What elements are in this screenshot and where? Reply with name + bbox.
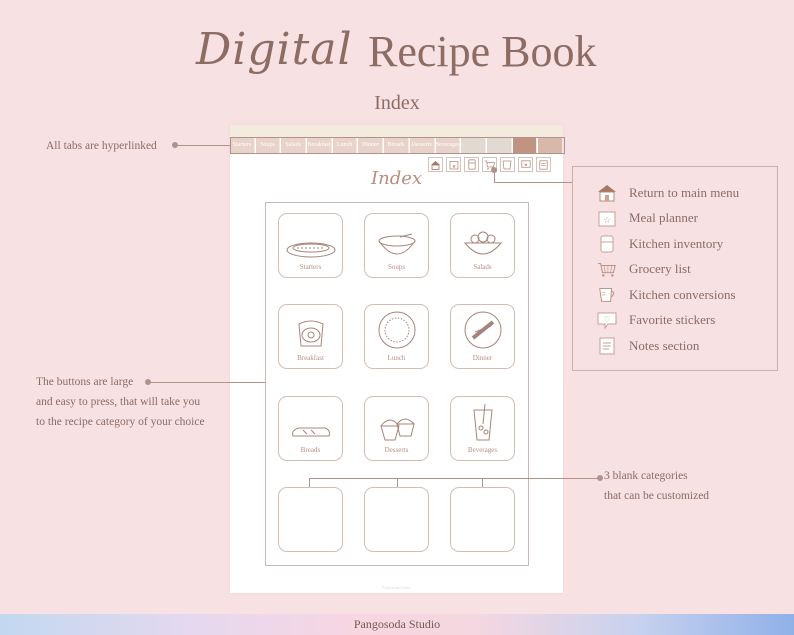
category-button-blank-2[interactable] — [364, 487, 429, 552]
category-label: Salads — [473, 263, 492, 271]
legend-connector-dot — [491, 167, 497, 173]
measuring-cup-icon — [597, 286, 617, 304]
category-button-dinner[interactable]: Dinner — [450, 304, 515, 369]
tabs-highlight — [230, 137, 565, 154]
cart-icon — [597, 260, 617, 278]
note-icon — [597, 337, 617, 355]
blank-tick-2 — [397, 478, 398, 487]
buttons-note-line-3: to the recipe category of your choice — [36, 416, 205, 428]
legend-item: Return to main menu — [597, 180, 777, 206]
svg-text:♡: ♡ — [603, 315, 610, 324]
bread-board-icon — [286, 242, 335, 258]
category-button-breakfast[interactable]: Breakfast — [278, 304, 343, 369]
drink-glass-icon — [472, 404, 493, 441]
svg-text:☆: ☆ — [603, 215, 611, 225]
page-watermark: Pangosoda Studio — [382, 585, 411, 590]
blank-note-line — [309, 478, 599, 479]
blank-tick-1 — [309, 478, 310, 487]
category-label: Desserts — [384, 446, 409, 454]
title-main: Recipe Book — [368, 27, 597, 76]
icon-legend: Return to main menu ☆ Meal planner Kitch… — [572, 166, 778, 371]
legend-connector-h — [494, 182, 572, 183]
category-button-blank-1[interactable] — [278, 487, 343, 552]
tabs-note: All tabs are hyperlinked — [46, 140, 157, 152]
category-label: Breads — [300, 446, 321, 454]
category-button-lunch[interactable]: Lunch — [364, 304, 429, 369]
plate-icon — [378, 311, 415, 349]
legend-item: Notes section — [597, 333, 777, 359]
house-icon — [597, 184, 617, 202]
heart-sticker-icon: ♡ — [597, 311, 617, 329]
category-label: Beverages — [467, 446, 498, 454]
blank-note: 3 blank categories that can be customize… — [604, 466, 709, 506]
title-script: Digital — [196, 24, 353, 75]
legend-item: Kitchen conversions — [597, 282, 777, 308]
category-label: Breakfast — [297, 354, 324, 362]
salad-bowl-icon — [463, 231, 502, 255]
legend-item: ☆ Meal planner — [597, 206, 777, 232]
blank-tick-3 — [482, 478, 483, 487]
buttons-note-line — [148, 382, 265, 383]
calendar-star-icon: ☆ — [597, 209, 617, 227]
cupcakes-icon — [379, 418, 415, 441]
footer-brand: Pangosoda Studio — [0, 614, 794, 635]
tabs-note-line — [175, 145, 230, 146]
category-button-desserts[interactable]: Desserts — [364, 396, 429, 461]
page-heading: Index — [370, 168, 423, 189]
buttons-note: The buttons are large and easy to press,… — [36, 372, 205, 432]
legend-item: Grocery list — [597, 257, 777, 283]
category-label: Starters — [299, 263, 322, 271]
category-label: Dinner — [472, 354, 493, 362]
category-label: Soups — [387, 263, 406, 271]
dinner-plate-icon — [464, 311, 501, 349]
subtitle: Index — [374, 92, 420, 114]
fridge-icon — [597, 235, 617, 253]
category-button-starters[interactable]: Starters — [278, 213, 343, 278]
toast-egg-icon — [297, 320, 324, 347]
category-button-salads[interactable]: Salads — [450, 213, 515, 278]
category-button-soups[interactable]: Soups — [364, 213, 429, 278]
blank-note-line-1: 3 blank categories — [604, 470, 688, 482]
legend-item: ♡ Favorite stickers — [597, 308, 777, 334]
blank-note-dot — [597, 475, 603, 481]
category-button-beverages[interactable]: Beverages — [450, 396, 515, 461]
soup-bowl-icon — [378, 233, 415, 255]
legend-item: Kitchen inventory — [597, 231, 777, 257]
category-button-breads[interactable]: Breads — [278, 396, 343, 461]
baguette-icon — [291, 427, 330, 437]
blank-note-line-2: that can be customized — [604, 490, 710, 502]
tab-top-strip — [230, 125, 563, 137]
category-button-blank-3[interactable] — [450, 487, 515, 552]
buttons-note-line-2: and easy to press, that will take you — [36, 396, 201, 408]
category-label: Lunch — [387, 354, 406, 362]
